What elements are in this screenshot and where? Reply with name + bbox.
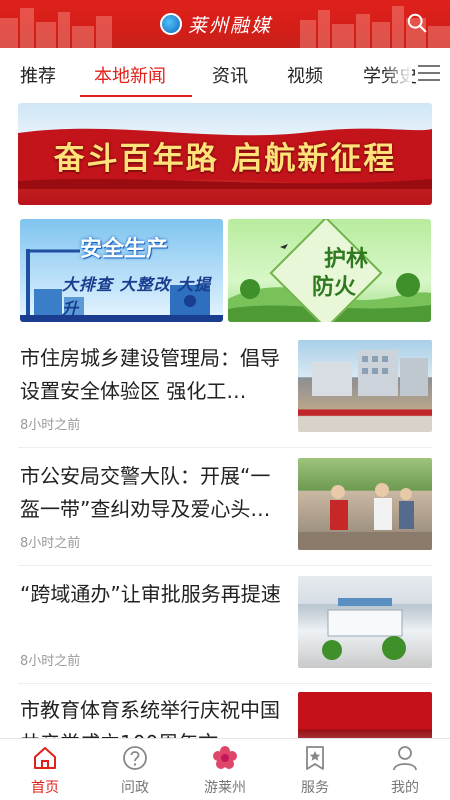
nav-tour-label: 游莱州	[204, 780, 246, 796]
nav-tour[interactable]: 游莱州	[180, 739, 270, 800]
tab-local-news[interactable]: 本地新闻	[94, 62, 166, 88]
news-title: 市公安局交警大队：开展“一盔一带”查纠劝导及爱心头…	[20, 464, 271, 521]
channel-menu-icon[interactable]	[416, 62, 442, 84]
nav-mine[interactable]: 我的	[360, 739, 450, 800]
bottom-nav: 首页 问政 游莱州 服务 我的	[0, 738, 450, 800]
service-icon	[306, 746, 324, 770]
nav-service[interactable]: 服务	[270, 739, 360, 800]
news-thumbnail	[298, 458, 432, 550]
app-name: 莱州融媒	[188, 14, 273, 37]
news-item[interactable]: “跨域通办”让审批服务再提速 8小时之前	[0, 572, 450, 682]
news-thumbnail	[298, 576, 432, 668]
news-time: 8小时之前	[20, 654, 81, 669]
logo-mark-icon	[160, 13, 182, 35]
banner-slogan: 奋斗百年路 启航新征程	[53, 141, 397, 177]
promo-safety[interactable]: 安全生产 大排查 大整改 大提升	[20, 219, 223, 322]
question-icon	[123, 746, 147, 770]
news-title: 市教育体育系统举行庆祝中国共产党成立100周年文…	[20, 698, 280, 738]
user-icon	[393, 746, 417, 771]
divider	[18, 447, 432, 448]
main-banner[interactable]: 奋斗百年路 启航新征程	[18, 103, 432, 205]
nav-home[interactable]: 首页	[0, 739, 90, 800]
building-image	[312, 350, 428, 396]
traffic-police-image	[298, 483, 432, 550]
nav-inquiry[interactable]: 问政	[90, 739, 180, 800]
news-item[interactable]: 市教育体育系统举行庆祝中国共产党成立100周年文…	[0, 690, 450, 738]
tab-video[interactable]: 视频	[287, 62, 323, 88]
tab-info[interactable]: 资讯	[212, 62, 248, 88]
news-item[interactable]: 市住房城乡建设管理局：倡导设置安全体验区 强化工… 8小时之前	[0, 336, 450, 446]
promo-safety-title: 安全生产	[80, 237, 169, 262]
news-title: “跨域通办”让审批服务再提速	[20, 582, 281, 606]
tab-fade	[382, 48, 412, 98]
home-icon	[34, 747, 56, 769]
news-time: 8小时之前	[20, 418, 81, 433]
flower-icon	[213, 746, 237, 769]
category-tabs: 推荐 本地新闻 资讯 视频 学党史	[0, 48, 450, 98]
divider	[18, 683, 432, 684]
service-hall-image	[322, 598, 406, 660]
news-item[interactable]: 市公安局交警大队：开展“一盔一带”查纠劝导及爱心头… 8小时之前	[0, 454, 450, 564]
nav-home-label: 首页	[31, 780, 59, 796]
promo-safety-subtitle: 大排查 大整改 大提升	[62, 275, 212, 318]
promo-forest-title-line2: 防火	[312, 275, 357, 300]
promo-forest-fire[interactable]: 护林 防火	[228, 219, 431, 322]
nav-inquiry-label: 问政	[121, 780, 149, 796]
app-header: 莱州融媒	[0, 0, 450, 48]
tab-recommend[interactable]: 推荐	[20, 62, 56, 88]
nav-mine-label: 我的	[391, 780, 419, 796]
news-title: 市住房城乡建设管理局：倡导设置安全体验区 强化工…	[20, 346, 280, 403]
app-logo: 莱州融媒	[160, 9, 272, 39]
news-thumbnail	[298, 340, 432, 432]
nav-service-label: 服务	[301, 780, 329, 796]
news-time: 8小时之前	[20, 536, 81, 551]
news-thumbnail	[298, 692, 432, 738]
search-icon[interactable]	[406, 12, 428, 34]
divider	[18, 565, 432, 566]
tab-active-indicator	[80, 95, 192, 97]
